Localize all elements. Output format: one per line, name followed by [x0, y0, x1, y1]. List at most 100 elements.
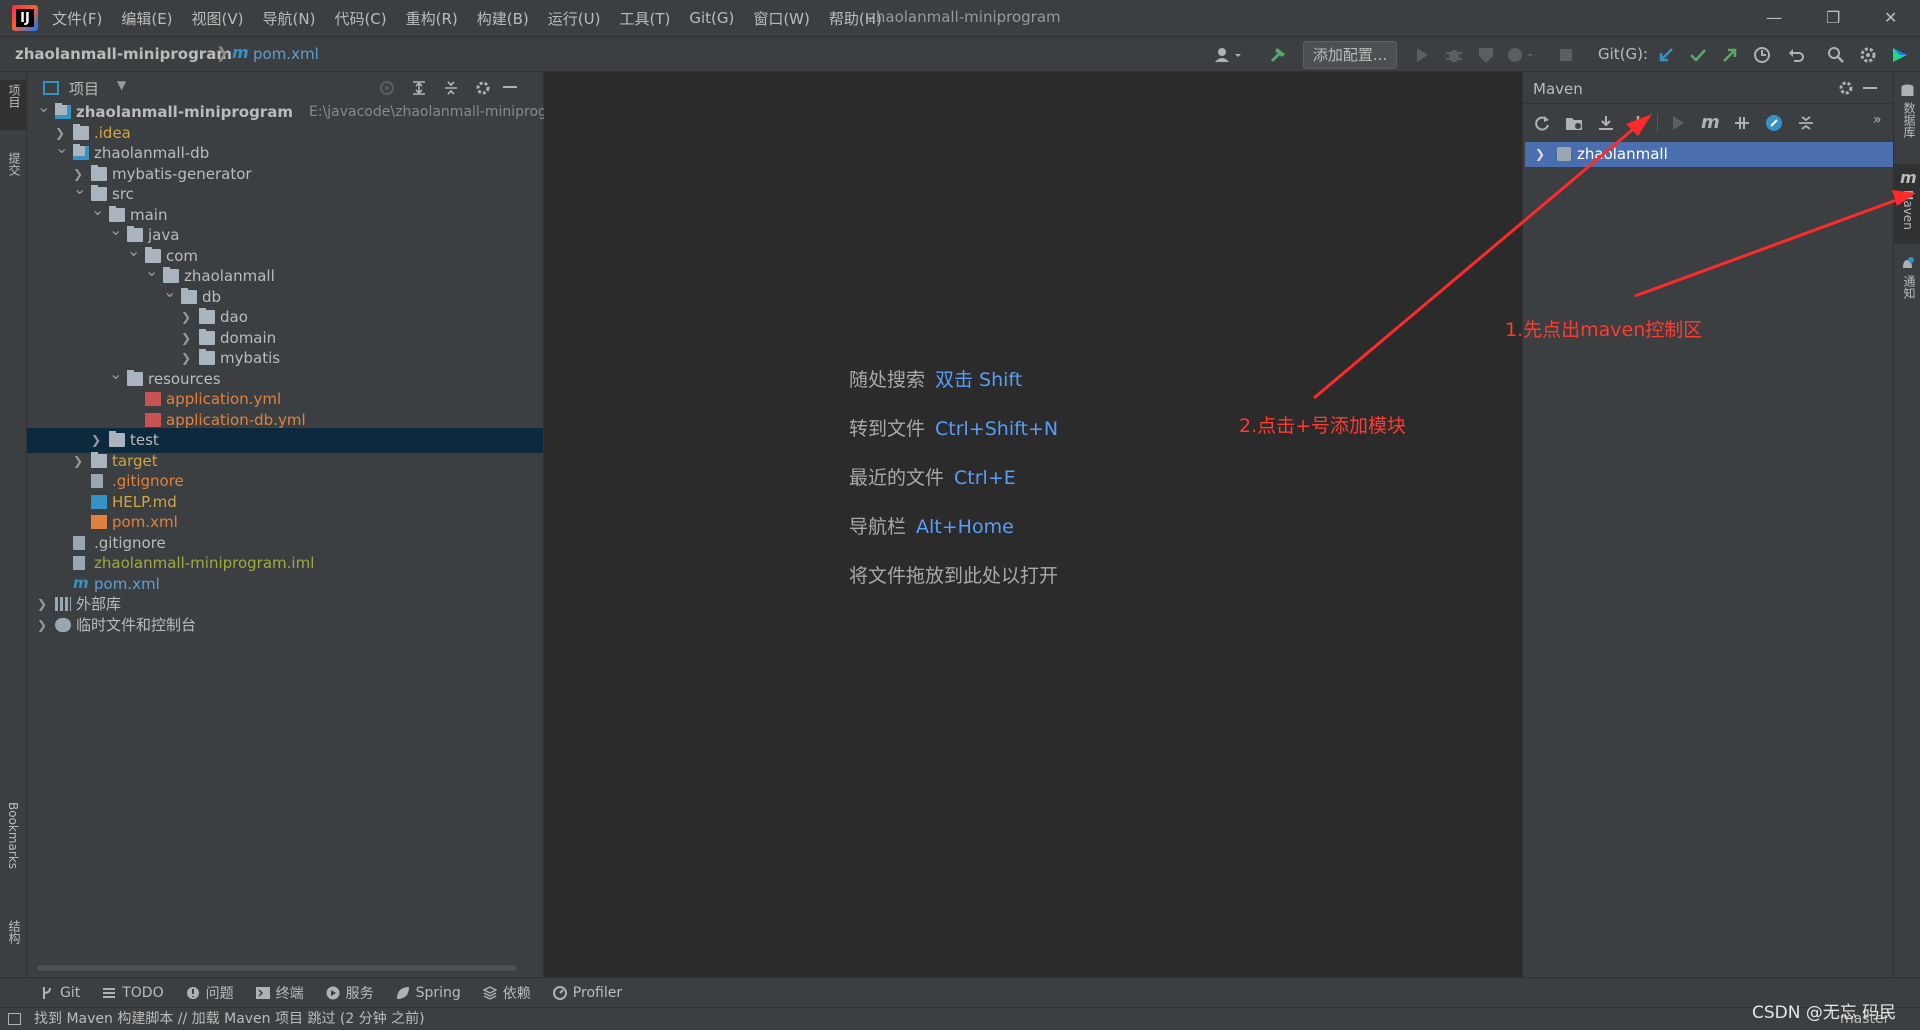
maven-reload-icon[interactable] — [1533, 114, 1551, 132]
folder-icon — [199, 328, 215, 345]
status-window-icon[interactable] — [8, 1013, 21, 1025]
expand-all-icon[interactable] — [411, 80, 427, 96]
maven-tool-tab[interactable]: m Maven — [1894, 164, 1920, 244]
maven-tab-icon: m — [1900, 168, 1917, 187]
collapse-arrow-icon[interactable]: ⌄ — [109, 361, 122, 386]
project-tool-label: 项目 — [7, 84, 21, 108]
hint-drop-files: 将文件拖放到此处以打开 — [849, 565, 1059, 587]
maven-generate-sources-icon[interactable] — [1565, 114, 1583, 132]
menu-window[interactable]: 窗口(W) — [753, 8, 810, 29]
maven-hide-icon[interactable] — [1863, 87, 1877, 89]
breadcrumb-file[interactable]: pom.xml — [253, 45, 319, 63]
tool-todo[interactable]: TODO — [102, 985, 164, 1001]
intellij-logo-icon[interactable]: IJ — [12, 5, 38, 31]
collapse-arrow-icon[interactable]: ⌄ — [163, 279, 176, 304]
markdown-file-icon — [91, 494, 107, 509]
git-push-icon[interactable] — [1720, 45, 1740, 65]
maven-collapse-icon[interactable] — [1797, 114, 1815, 132]
restore-icon[interactable]: ❐ — [1826, 8, 1840, 27]
horizontal-scrollbar[interactable] — [37, 965, 517, 971]
expand-arrow-icon[interactable]: ❯ — [37, 613, 49, 638]
close-icon[interactable]: ✕ — [1884, 8, 1897, 27]
view-dropdown-icon[interactable]: ▼ — [117, 78, 126, 92]
git-update-icon[interactable] — [1656, 45, 1676, 65]
maven-project-row[interactable]: ❯ zhaolanmall — [1525, 142, 1893, 167]
menu-run[interactable]: 运行(U) — [548, 8, 601, 29]
tool-dependencies[interactable]: 依赖 — [482, 983, 531, 1003]
notifications-tool-label[interactable]: 通知 — [1901, 275, 1918, 299]
locate-icon[interactable] — [379, 80, 395, 96]
editor-empty-area[interactable] — [544, 72, 1522, 977]
status-message[interactable]: 找到 Maven 构建脚本 // 加载 Maven 项目 跳过 (2 分钟 之前… — [34, 1008, 425, 1030]
left-tool-strip: 项目 提交 Bookmarks 结构 — [0, 72, 27, 977]
jetbrains-toolbox-icon[interactable] — [1890, 45, 1910, 65]
hint-navigation-bar: 导航栏 Alt+Home — [849, 516, 1014, 538]
project-panel-title[interactable]: 项目 — [69, 78, 99, 99]
tree-row-label: 临时文件和控制台 — [76, 615, 197, 634]
menu-file[interactable]: 文件(F) — [52, 8, 102, 29]
navigation-bar: zhaolanmall-miniprogram ❯ m pom.xml 添加配置… — [0, 36, 1920, 72]
history-icon[interactable] — [1752, 45, 1772, 65]
maven-tool-label: Maven — [1901, 190, 1915, 230]
project-panel: 项目 ▼ ⌄ zhaolanmall-miniprogram E:\javacode… — [27, 72, 561, 977]
maven-more-icon[interactable]: » — [1873, 112, 1882, 128]
settings-gear-icon[interactable] — [1858, 45, 1878, 65]
menu-navigate[interactable]: 导航(N) — [263, 8, 316, 29]
menu-tools[interactable]: 工具(T) — [619, 8, 670, 29]
tool-profiler[interactable]: Profiler — [552, 985, 622, 1001]
menu-git[interactable]: Git(G) — [689, 9, 734, 27]
coverage-icon[interactable] — [1476, 45, 1496, 65]
tool-window-bar: Git TODO 问题 终端 服务 Spring 依赖 Profiler — [0, 977, 1920, 1007]
run-icon[interactable] — [1412, 45, 1432, 65]
commit-tool-label[interactable]: 提交 — [6, 152, 23, 176]
tool-services[interactable]: 服务 — [326, 983, 374, 1003]
git-commit-icon[interactable] — [1688, 45, 1708, 65]
add-configuration-button[interactable]: 添加配置... — [1303, 41, 1397, 69]
maven-download-icon[interactable] — [1597, 114, 1615, 132]
panel-settings-icon[interactable] — [475, 80, 491, 96]
bookmarks-tool-label[interactable]: Bookmarks — [6, 802, 20, 869]
maven-run-icon[interactable] — [1669, 114, 1687, 132]
breadcrumb-project[interactable]: zhaolanmall-miniprogram — [15, 45, 232, 63]
tool-problems[interactable]: 问题 — [186, 983, 234, 1003]
user-profile-icon[interactable] — [1214, 45, 1241, 65]
maven-settings-icon[interactable] — [1838, 80, 1854, 96]
menu-view[interactable]: 视图(V) — [192, 8, 244, 29]
collapse-arrow-icon[interactable]: ⌄ — [55, 135, 68, 160]
collapse-arrow-icon[interactable]: ⌄ — [145, 258, 158, 283]
maven-add-project-icon[interactable] — [1629, 114, 1647, 132]
collapse-arrow-icon[interactable]: ⌄ — [127, 238, 140, 263]
debug-icon[interactable] — [1444, 45, 1464, 65]
menu-refactor[interactable]: 重构(R) — [406, 8, 458, 29]
database-tool-label[interactable]: 数据库 — [1901, 102, 1918, 138]
menu-code[interactable]: 代码(C) — [334, 8, 386, 29]
collapse-arrow-icon[interactable]: ⌄ — [109, 217, 122, 242]
structure-tool-label[interactable]: 结构 — [6, 920, 23, 944]
maven-execute-goal-icon[interactable]: m — [1701, 112, 1720, 133]
tool-spring[interactable]: Spring — [396, 985, 461, 1001]
profile-run-icon[interactable] — [1506, 45, 1533, 65]
maven-expand-arrow-icon[interactable]: ❯ — [1535, 142, 1545, 167]
maven-skip-tests-icon[interactable] — [1765, 114, 1783, 132]
collapse-arrow-icon[interactable]: ⌄ — [91, 197, 104, 222]
tool-terminal[interactable]: 终端 — [255, 983, 304, 1003]
collapse-arrow-icon[interactable]: ⌄ — [37, 94, 50, 119]
hide-panel-icon[interactable] — [503, 86, 517, 88]
tree-row-scratches[interactable]: ❯ 临时文件和控制台 — [27, 613, 543, 638]
collapse-arrow-icon[interactable]: ⌄ — [73, 176, 86, 201]
csdn-watermark: CSDN @无忘 码民 — [1752, 1003, 1897, 1023]
project-tool-tab[interactable]: 项目 — [0, 80, 26, 130]
maven-toggle-offline-icon[interactable] — [1733, 114, 1751, 132]
stop-icon[interactable] — [1556, 45, 1576, 65]
search-icon[interactable] — [1826, 45, 1846, 65]
module-folder-icon — [73, 144, 89, 160]
minimize-icon[interactable]: — — [1766, 8, 1782, 27]
build-hammer-icon[interactable] — [1268, 45, 1288, 65]
rollback-icon[interactable] — [1786, 45, 1806, 65]
collapse-all-icon[interactable] — [443, 80, 459, 96]
tool-git[interactable]: Git — [40, 985, 80, 1001]
menu-build[interactable]: 构建(B) — [477, 8, 529, 29]
right-tool-strip: 数据库 m Maven 通知 — [1893, 72, 1920, 977]
menu-edit[interactable]: 编辑(E) — [121, 8, 172, 29]
annotation-step2: 2.点击+号添加模块 — [1239, 415, 1407, 437]
